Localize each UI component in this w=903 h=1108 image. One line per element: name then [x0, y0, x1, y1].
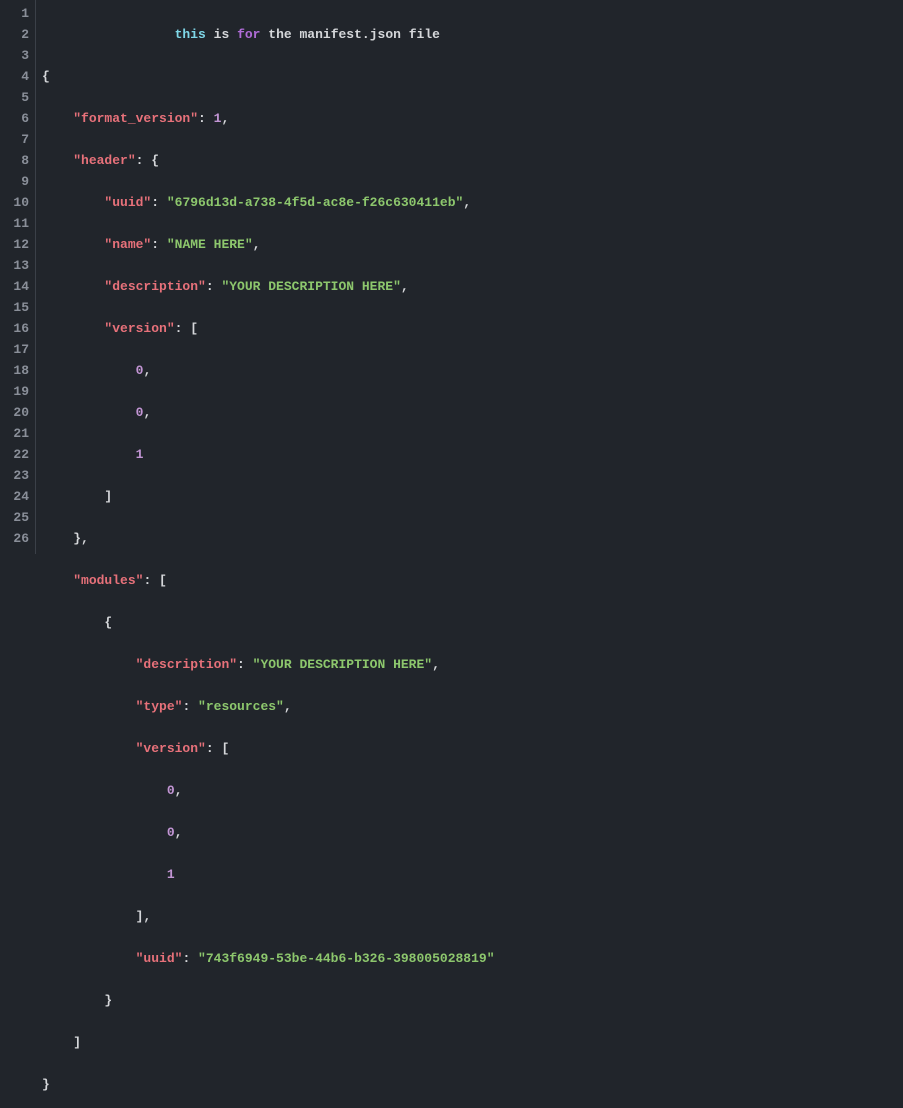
code-line[interactable]: 0, [42, 780, 903, 801]
code-line[interactable]: ] [42, 486, 903, 507]
token-string: "YOUR DESCRIPTION HERE" [253, 657, 432, 672]
code-line[interactable]: this is for the manifest.json file [42, 24, 903, 45]
token-number: 0 [167, 825, 175, 840]
line-number: 8 [0, 150, 29, 171]
token-string: "NAME HERE" [167, 237, 253, 252]
code-line[interactable]: } [42, 1074, 903, 1095]
token-key: "modules" [73, 573, 143, 588]
line-number: 21 [0, 423, 29, 444]
token-string: "resources" [198, 699, 284, 714]
token-key: "uuid" [136, 951, 183, 966]
line-number: 14 [0, 276, 29, 297]
code-line[interactable]: "name": "NAME HERE", [42, 234, 903, 255]
code-line[interactable]: "format_version": 1, [42, 108, 903, 129]
line-number: 22 [0, 444, 29, 465]
token-string: "YOUR DESCRIPTION HERE" [221, 279, 400, 294]
code-line[interactable]: ], [42, 906, 903, 927]
line-number: 7 [0, 129, 29, 150]
line-number: 18 [0, 360, 29, 381]
line-number-gutter: 1234567891011121314151617181920212223242… [0, 0, 36, 554]
token-string: "743f6949-53be-44b6-b326-398005028819" [198, 951, 494, 966]
code-line[interactable]: } [42, 990, 903, 1011]
line-number: 12 [0, 234, 29, 255]
token-key: "description" [104, 279, 205, 294]
token-keyword: for [237, 27, 260, 42]
token-key: "header" [73, 153, 135, 168]
line-number: 3 [0, 45, 29, 66]
token-this: this [175, 27, 206, 42]
code-line[interactable]: 1 [42, 444, 903, 465]
code-line[interactable]: "description": "YOUR DESCRIPTION HERE", [42, 276, 903, 297]
token-key: "type" [136, 699, 183, 714]
code-line[interactable]: 0, [42, 402, 903, 423]
line-number: 5 [0, 87, 29, 108]
line-number: 4 [0, 66, 29, 87]
line-number: 20 [0, 402, 29, 423]
code-line[interactable]: { [42, 66, 903, 87]
code-editor[interactable]: 1234567891011121314151617181920212223242… [0, 0, 903, 554]
line-number: 19 [0, 381, 29, 402]
token-string: "6796d13d-a738-4f5d-ac8e-f26c630411eb" [167, 195, 463, 210]
token-number: 1 [136, 447, 144, 462]
line-number: 15 [0, 297, 29, 318]
token-key: "version" [104, 321, 174, 336]
line-number: 17 [0, 339, 29, 360]
code-line[interactable]: "version": [ [42, 738, 903, 759]
token-number: 0 [167, 783, 175, 798]
code-line[interactable]: "uuid": "6796d13d-a738-4f5d-ac8e-f26c630… [42, 192, 903, 213]
token-key: "format_version" [73, 111, 198, 126]
line-number: 25 [0, 507, 29, 528]
code-line[interactable]: 0, [42, 360, 903, 381]
token-brace: { [42, 69, 50, 84]
token-text: the manifest.json file [268, 27, 440, 42]
code-line[interactable]: "type": "resources", [42, 696, 903, 717]
line-number: 24 [0, 486, 29, 507]
line-number: 1 [0, 3, 29, 24]
token-brace: } [42, 1077, 50, 1092]
code-line[interactable]: "uuid": "743f6949-53be-44b6-b326-3980050… [42, 948, 903, 969]
code-line[interactable]: "description": "YOUR DESCRIPTION HERE", [42, 654, 903, 675]
code-line[interactable]: 1 [42, 864, 903, 885]
code-area[interactable]: this is for the manifest.json file { "fo… [36, 0, 903, 554]
code-line[interactable]: 0, [42, 822, 903, 843]
line-number: 23 [0, 465, 29, 486]
code-line[interactable]: "modules": [ [42, 570, 903, 591]
line-number: 10 [0, 192, 29, 213]
line-number: 2 [0, 24, 29, 45]
line-number: 16 [0, 318, 29, 339]
code-line[interactable]: ] [42, 1032, 903, 1053]
token-key: "name" [104, 237, 151, 252]
token-number: 1 [167, 867, 175, 882]
line-number: 9 [0, 171, 29, 192]
code-line[interactable]: "version": [ [42, 318, 903, 339]
code-line[interactable]: }, [42, 528, 903, 549]
line-number: 6 [0, 108, 29, 129]
token-key: "description" [136, 657, 237, 672]
token-word: is [214, 27, 230, 42]
line-number: 11 [0, 213, 29, 234]
code-line[interactable]: "header": { [42, 150, 903, 171]
line-number: 26 [0, 528, 29, 549]
line-number: 13 [0, 255, 29, 276]
code-line[interactable]: { [42, 612, 903, 633]
token-key: "uuid" [104, 195, 151, 210]
token-key: "version" [136, 741, 206, 756]
